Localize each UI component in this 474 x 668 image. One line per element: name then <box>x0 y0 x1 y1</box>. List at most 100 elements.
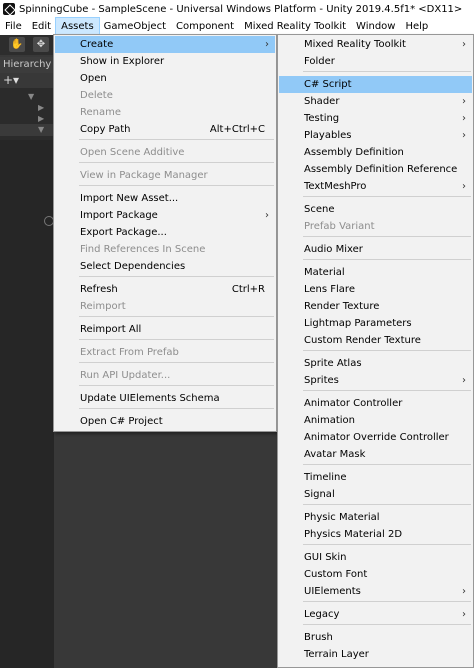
menu-item-custom-font[interactable]: Custom Font <box>279 566 472 583</box>
menu-item-custom-render-texture[interactable]: Custom Render Texture <box>279 332 472 349</box>
menu-item-assembly-definition-reference[interactable]: Assembly Definition Reference <box>279 161 472 178</box>
menu-bar: File Edit Assets GameObject Component Mi… <box>0 17 474 36</box>
menu-item-scene[interactable]: Scene <box>279 201 472 218</box>
menu-item-open[interactable]: Open <box>55 70 275 87</box>
menu-item-label: UIElements <box>304 586 361 597</box>
menu-item-audio-mixer[interactable]: Audio Mixer <box>279 241 472 258</box>
menu-item-label: Custom Font <box>304 569 368 580</box>
menu-item-delete[interactable]: Delete <box>55 87 275 104</box>
menu-item-label: Refresh <box>80 284 118 295</box>
menu-item-label: Find References In Scene <box>80 244 206 255</box>
menu-item-find-references-in-scene[interactable]: Find References In Scene <box>55 241 275 258</box>
hierarchy-add-button[interactable]: +▾ <box>3 74 19 86</box>
menu-window[interactable]: Window <box>351 18 400 35</box>
menu-item-gui-skin[interactable]: GUI Skin <box>279 549 472 566</box>
menu-separator <box>303 236 471 237</box>
expand-arrow-icon[interactable]: ▶ <box>38 114 44 123</box>
menu-edit[interactable]: Edit <box>27 18 56 35</box>
menu-item-label: Delete <box>80 90 113 101</box>
hand-tool-icon[interactable]: ✋ <box>9 37 25 52</box>
menu-item-animator-controller[interactable]: Animator Controller <box>279 395 472 412</box>
menu-component[interactable]: Component <box>171 18 239 35</box>
menu-item-uielements[interactable]: UIElements › <box>279 583 472 600</box>
menu-item-timeline[interactable]: Timeline <box>279 469 472 486</box>
menu-item-label: Brush <box>304 632 333 643</box>
menu-item-export-package[interactable]: Export Package... <box>55 224 275 241</box>
menu-separator <box>303 350 471 351</box>
menu-item-playables[interactable]: Playables › <box>279 127 472 144</box>
expand-arrow-icon[interactable]: ▼ <box>38 125 44 134</box>
menu-item-extract-from-prefab[interactable]: Extract From Prefab <box>55 344 275 361</box>
submenu-arrow-icon: › <box>462 130 466 141</box>
menu-item-lens-flare[interactable]: Lens Flare <box>279 281 472 298</box>
menu-file[interactable]: File <box>0 18 27 35</box>
menu-item-label: Rename <box>80 107 122 118</box>
expand-arrow-icon[interactable]: ▶ <box>38 103 44 112</box>
menu-item-select-dependencies[interactable]: Select Dependencies <box>55 258 275 275</box>
expand-arrow-icon[interactable]: ▼ <box>28 92 34 101</box>
menu-item-label: Shader <box>304 96 340 107</box>
menu-separator <box>79 185 274 186</box>
menu-item-run-api-updater[interactable]: Run API Updater... <box>55 367 275 384</box>
menu-item-sprite-atlas[interactable]: Sprite Atlas <box>279 355 472 372</box>
menu-item-mixed-reality-toolkit[interactable]: Mixed Reality Toolkit › <box>279 36 472 53</box>
menu-item-sprites[interactable]: Sprites › <box>279 372 472 389</box>
menu-item-label: Avatar Mask <box>304 449 366 460</box>
move-tool-icon[interactable]: ✥ <box>33 37 49 52</box>
menu-separator <box>303 504 471 505</box>
menu-item-textmeshpro[interactable]: TextMeshPro › <box>279 178 472 195</box>
menu-item-label: Sprite Atlas <box>304 358 362 369</box>
menu-separator <box>79 276 274 277</box>
menu-item-legacy[interactable]: Legacy › <box>279 606 472 623</box>
menu-gameobject[interactable]: GameObject <box>99 18 171 35</box>
menu-item-label: Folder <box>304 56 335 67</box>
menu-item-c-script[interactable]: C# Script <box>279 76 472 93</box>
hierarchy-tab[interactable]: Hierarchy <box>0 57 56 73</box>
menu-item-terrain-layer[interactable]: Terrain Layer <box>279 646 472 663</box>
menu-item-animator-override-controller[interactable]: Animator Override Controller <box>279 429 472 446</box>
menu-item-reimport[interactable]: Reimport <box>55 298 275 315</box>
menu-item-update-uielements-schema[interactable]: Update UIElements Schema <box>55 390 275 407</box>
menu-item-assembly-definition[interactable]: Assembly Definition <box>279 144 472 161</box>
menu-item-import-new-asset[interactable]: Import New Asset... <box>55 190 275 207</box>
menu-item-physics-material-2d[interactable]: Physics Material 2D <box>279 526 472 543</box>
menu-item-import-package[interactable]: Import Package › <box>55 207 275 224</box>
menu-item-copy-path[interactable]: Copy Path Alt+Ctrl+C <box>55 121 275 138</box>
menu-item-material[interactable]: Material <box>279 264 472 281</box>
menu-item-view-in-package-manager[interactable]: View in Package Manager <box>55 167 275 184</box>
menu-mixed-reality-toolkit[interactable]: Mixed Reality Toolkit <box>239 18 351 35</box>
menu-item-brush[interactable]: Brush <box>279 629 472 646</box>
menu-item-label: GUI Skin <box>304 552 347 563</box>
menu-item-folder[interactable]: Folder <box>279 53 472 70</box>
menu-item-reimport-all[interactable]: Reimport All <box>55 321 275 338</box>
menu-help[interactable]: Help <box>400 18 433 35</box>
submenu-arrow-icon: › <box>462 113 466 124</box>
menu-item-label: Physic Material <box>304 512 380 523</box>
menu-item-create[interactable]: Create › <box>55 36 275 53</box>
menu-item-show-in-explorer[interactable]: Show in Explorer <box>55 53 275 70</box>
menu-item-label: Scene <box>304 204 335 215</box>
menu-item-label: Lens Flare <box>304 284 355 295</box>
menu-item-physic-material[interactable]: Physic Material <box>279 509 472 526</box>
menu-item-animation[interactable]: Animation <box>279 412 472 429</box>
menu-item-open-c-project[interactable]: Open C# Project <box>55 413 275 430</box>
menu-item-open-scene-additive[interactable]: Open Scene Additive <box>55 144 275 161</box>
menu-item-prefab-variant[interactable]: Prefab Variant <box>279 218 472 235</box>
hierarchy-row[interactable]: ▼ <box>0 124 54 136</box>
menu-item-lightmap-parameters[interactable]: Lightmap Parameters <box>279 315 472 332</box>
menu-item-render-texture[interactable]: Render Texture <box>279 298 472 315</box>
menu-item-rename[interactable]: Rename <box>55 104 275 121</box>
menu-item-label: Select Dependencies <box>80 261 186 272</box>
menu-item-signal[interactable]: Signal <box>279 486 472 503</box>
menu-item-avatar-mask[interactable]: Avatar Mask <box>279 446 472 463</box>
menu-assets[interactable]: Assets <box>55 17 100 36</box>
menu-separator <box>79 408 274 409</box>
assets-menu: Create › Show in Explorer Open Delete Rename C… <box>53 34 277 432</box>
menu-item-testing[interactable]: Testing › <box>279 110 472 127</box>
menu-item-label: Sprites <box>304 375 339 386</box>
menu-item-shader[interactable]: Shader › <box>279 93 472 110</box>
menu-item-refresh[interactable]: Refresh Ctrl+R <box>55 281 275 298</box>
scene-view[interactable] <box>0 140 54 668</box>
menu-item-label: Custom Render Texture <box>304 335 421 346</box>
create-submenu: Mixed Reality Toolkit › Folder C# Script Sha… <box>277 34 474 668</box>
